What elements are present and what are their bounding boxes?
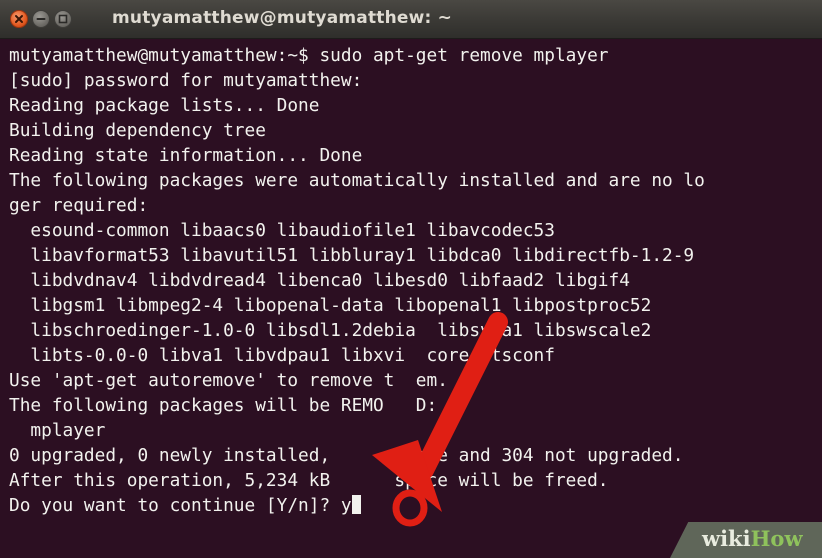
window-titlebar[interactable]: mutyamatthew@mutyamatthew: ~ <box>0 0 822 39</box>
terminal-line: libavformat53 libavutil51 libbluray1 lib… <box>9 245 695 266</box>
typed-input[interactable]: y <box>341 495 352 516</box>
terminal-line: 0 upgraded, 0 newly installed, emove and… <box>9 445 684 466</box>
terminal-line: libdvdnav4 libdvdread4 libenca0 libesd0 … <box>9 270 630 291</box>
terminal-line: After this operation, 5,234 kB space wil… <box>9 470 609 491</box>
terminal-line: The following packages were automaticall… <box>9 170 705 191</box>
terminal-line: Use 'apt-get autoremove' to remove t em. <box>9 370 448 391</box>
prompt-line[interactable]: Do you want to continue [Y/n]? y <box>9 493 822 518</box>
terminal-line: [sudo] password for mutyamatthew: <box>9 70 363 91</box>
terminal-line: mutyamatthew@mutyamatthew:~$ sudo apt-ge… <box>9 45 609 66</box>
terminal-line: libts-0.0-0 libva1 libvdpau1 libxvi core… <box>9 345 555 366</box>
terminal-output[interactable]: mutyamatthew@mutyamatthew:~$ sudo apt-ge… <box>0 39 822 558</box>
close-icon <box>15 15 23 23</box>
watermark-text: wikiHow <box>702 526 803 551</box>
terminal-window: mutyamatthew@mutyamatthew: ~ mutyamatthe… <box>0 0 822 558</box>
text-cursor <box>351 495 361 514</box>
continue-prompt: Do you want to continue [Y/n]? <box>9 495 341 516</box>
minimize-button[interactable] <box>32 10 50 28</box>
terminal-line: Reading state information... Done <box>9 145 363 166</box>
close-button[interactable] <box>10 10 28 28</box>
terminal-line: esound-common libaacs0 libaudiofile1 lib… <box>9 220 555 241</box>
terminal-line: ger required: <box>9 195 149 216</box>
terminal-line: The following packages will be REMO D: <box>9 395 438 416</box>
wikihow-watermark: wikiHow <box>670 522 822 558</box>
maximize-button[interactable] <box>54 10 72 28</box>
terminal-line: mplayer <box>9 420 106 441</box>
minimize-icon <box>36 18 46 20</box>
terminal-line: libgsm1 libmpeg2-4 libopenal-data libope… <box>9 295 652 316</box>
terminal-line: libschroedinger-1.0-0 libsdl1.2debia lib… <box>9 320 652 341</box>
maximize-icon <box>58 14 68 24</box>
window-title: mutyamatthew@mutyamatthew: ~ <box>112 8 453 28</box>
terminal-line: Building dependency tree <box>9 120 266 141</box>
terminal-line: Reading package lists... Done <box>9 95 320 116</box>
